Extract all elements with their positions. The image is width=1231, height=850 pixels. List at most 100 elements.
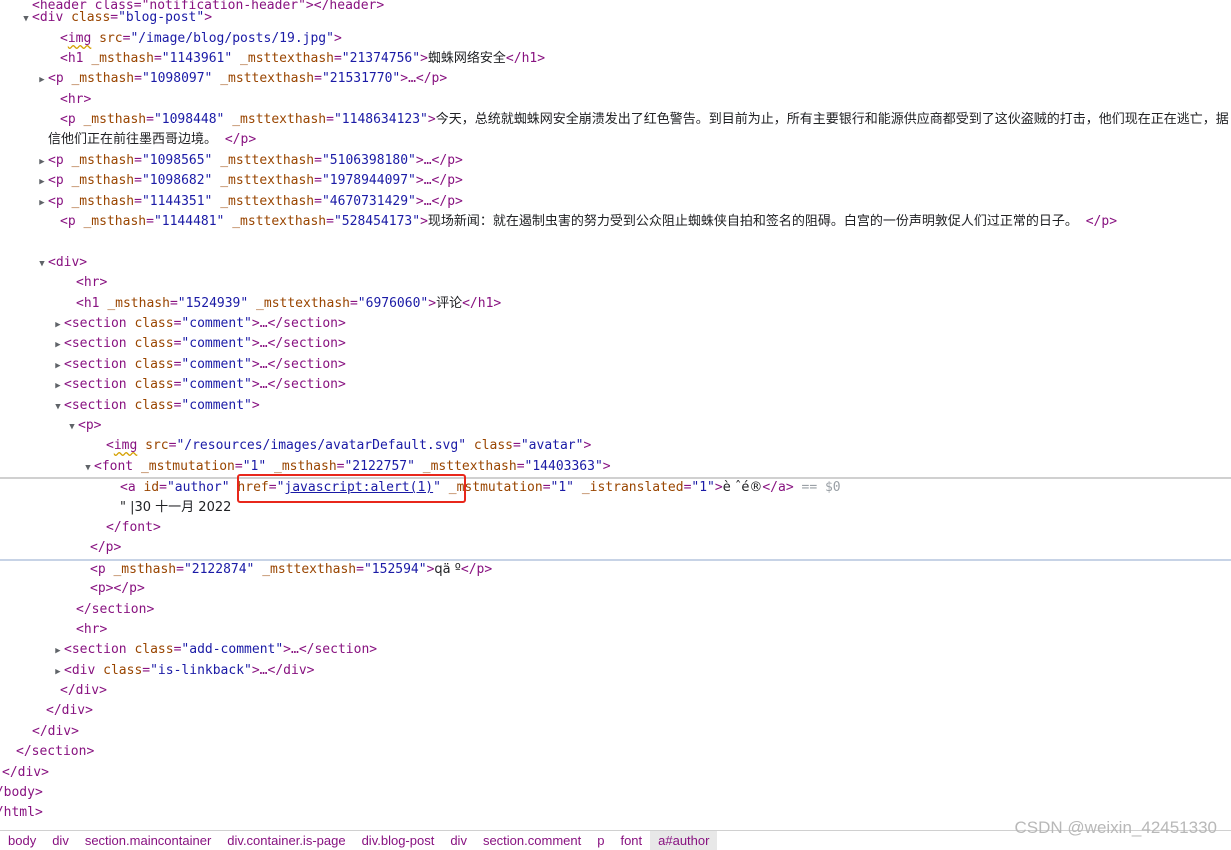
attr-name: _msttexthash xyxy=(232,112,327,127)
attr-value: "6976060" xyxy=(357,296,429,311)
markup-token: > xyxy=(420,214,428,229)
expand-triangle-icon[interactable]: ▶ xyxy=(52,356,64,376)
markup-token: <section xyxy=(64,398,135,413)
markup-token: = xyxy=(356,562,364,577)
collapse-triangle-icon[interactable]: ▼ xyxy=(66,417,78,437)
markup-token: > xyxy=(583,438,592,453)
watermark: CSDN @weixin_42451330 xyxy=(1014,818,1217,837)
collapse-triangle-icon[interactable]: ▼ xyxy=(82,458,94,478)
expand-triangle-icon[interactable]: ▶ xyxy=(36,193,48,213)
markup-token: <p xyxy=(48,194,72,209)
markup-token: = xyxy=(268,480,277,495)
breadcrumb-item[interactable]: div xyxy=(44,831,77,850)
attr-value: "1" xyxy=(691,480,715,495)
markup-token: >…</p> xyxy=(415,153,463,168)
markup-token: = xyxy=(314,173,322,188)
attr-name: href xyxy=(237,480,269,495)
expand-triangle-icon[interactable]: ▶ xyxy=(36,152,48,172)
markup-token: = xyxy=(314,153,322,168)
markup-token: > xyxy=(714,480,723,495)
expand-triangle-icon[interactable]: ▶ xyxy=(36,70,48,90)
markup-token: = xyxy=(142,663,151,678)
breadcrumb-item[interactable]: section.maincontainer xyxy=(77,831,219,850)
markup-token: = xyxy=(513,438,521,453)
attr-name: _msthash xyxy=(113,562,177,577)
attr-name: _msttexthash xyxy=(220,194,315,209)
attr-value: "avatar" xyxy=(520,438,584,453)
markup-token: </div> xyxy=(32,724,79,739)
markup-token: <section xyxy=(64,357,135,372)
breadcrumb-item[interactable]: div.blog-post xyxy=(354,831,443,850)
markup-token: <p xyxy=(48,153,72,168)
markup-token: <p xyxy=(60,112,84,127)
markup-token: <hr> xyxy=(60,92,92,107)
breadcrumb-item[interactable]: font xyxy=(612,831,650,850)
attr-value: "comment" xyxy=(181,316,252,331)
expand-triangle-icon[interactable]: ▶ xyxy=(52,315,64,335)
markup-token: = xyxy=(326,214,334,229)
markup-token: <font xyxy=(94,459,141,474)
attr-value: "1143961" xyxy=(161,51,233,66)
attr-value: "1" xyxy=(550,480,574,495)
attr-name: _msthash xyxy=(274,459,337,474)
attr-name: class xyxy=(473,438,514,453)
dom-node-row[interactable]: <p _msthash="1098448" _msttexthash="1148… xyxy=(0,110,1231,150)
markup-token: </a> xyxy=(762,480,794,495)
collapse-triangle-icon[interactable]: ▼ xyxy=(36,254,48,274)
attr-value: "528454173" xyxy=(333,214,421,229)
attr-name: class xyxy=(134,357,174,372)
markup-token xyxy=(574,480,582,495)
expand-triangle-icon[interactable]: ▶ xyxy=(52,662,64,682)
attr-name: _msttexthash xyxy=(262,562,357,577)
attr-value: "152594" xyxy=(363,562,427,577)
attr-value: "comment" xyxy=(181,398,252,413)
attr-value: "1098097" xyxy=(141,71,213,86)
attr-value: "21374756" xyxy=(341,51,421,66)
expand-triangle-icon[interactable]: ▶ xyxy=(36,172,48,192)
markup-token: >…</p> xyxy=(415,194,463,209)
markup-token: = xyxy=(110,10,119,25)
selected-dom-node[interactable]: <a id="author" href="javascript:alert(1)… xyxy=(0,477,1231,495)
dom-node-row[interactable]: <p _msthash="1144481" _msttexthash="5284… xyxy=(0,212,1231,252)
attr-value: "1978944097" xyxy=(321,173,416,188)
breadcrumb-item[interactable]: p xyxy=(589,831,612,850)
markup-token: > xyxy=(333,31,342,46)
markup-token: </p> xyxy=(90,540,122,555)
collapse-triangle-icon[interactable]: ▼ xyxy=(20,9,32,29)
markup-token: </font> xyxy=(106,520,161,535)
markup-token: >…</section> xyxy=(251,357,346,372)
dom-node-row[interactable]: <p _msthash="2122874" _msttexthash="1525… xyxy=(0,559,1231,577)
attr-name: _msthash xyxy=(71,153,135,168)
markup-token: > xyxy=(204,10,213,25)
attr-value: "/resources/images/avatarDefault.svg" xyxy=(176,438,467,453)
markup-token: = xyxy=(159,480,167,495)
markup-token: <section xyxy=(64,642,135,657)
attr-value: "14403363" xyxy=(524,459,603,474)
markup-token: = xyxy=(134,71,142,86)
breadcrumb-item[interactable]: div.container.is-page xyxy=(219,831,353,850)
breadcrumb-item[interactable]: body xyxy=(0,831,44,850)
collapse-triangle-icon[interactable]: ▼ xyxy=(52,397,64,417)
attr-name: _mstmutation xyxy=(448,480,543,495)
attr-value: " xyxy=(433,480,441,495)
attr-link[interactable]: javascript:alert(1) xyxy=(284,480,433,495)
attr-name: _msthash xyxy=(83,214,147,229)
attr-value: "comment" xyxy=(181,357,252,372)
breadcrumb-item[interactable]: section.comment xyxy=(475,831,589,850)
expand-triangle-icon[interactable]: ▶ xyxy=(52,376,64,396)
markup-token: = xyxy=(542,480,551,495)
attr-name: _msttexthash xyxy=(232,214,327,229)
markup-token xyxy=(415,459,423,474)
breadcrumb-item[interactable]: a#author xyxy=(650,831,718,850)
expand-triangle-icon[interactable]: ▶ xyxy=(52,641,64,661)
attr-value: "21531770" xyxy=(321,71,401,86)
expand-triangle-icon[interactable]: ▶ xyxy=(52,335,64,355)
attr-value: "1098565" xyxy=(141,153,213,168)
attr-value: "1144351" xyxy=(141,194,213,209)
markup-token: <p></p> xyxy=(90,581,145,596)
markup-token: = xyxy=(134,153,142,168)
breadcrumb-item[interactable]: div xyxy=(442,831,475,850)
markup-token: </section> xyxy=(16,744,95,759)
console-ref: == $0 xyxy=(793,480,841,495)
markup-token: <p xyxy=(48,71,72,86)
